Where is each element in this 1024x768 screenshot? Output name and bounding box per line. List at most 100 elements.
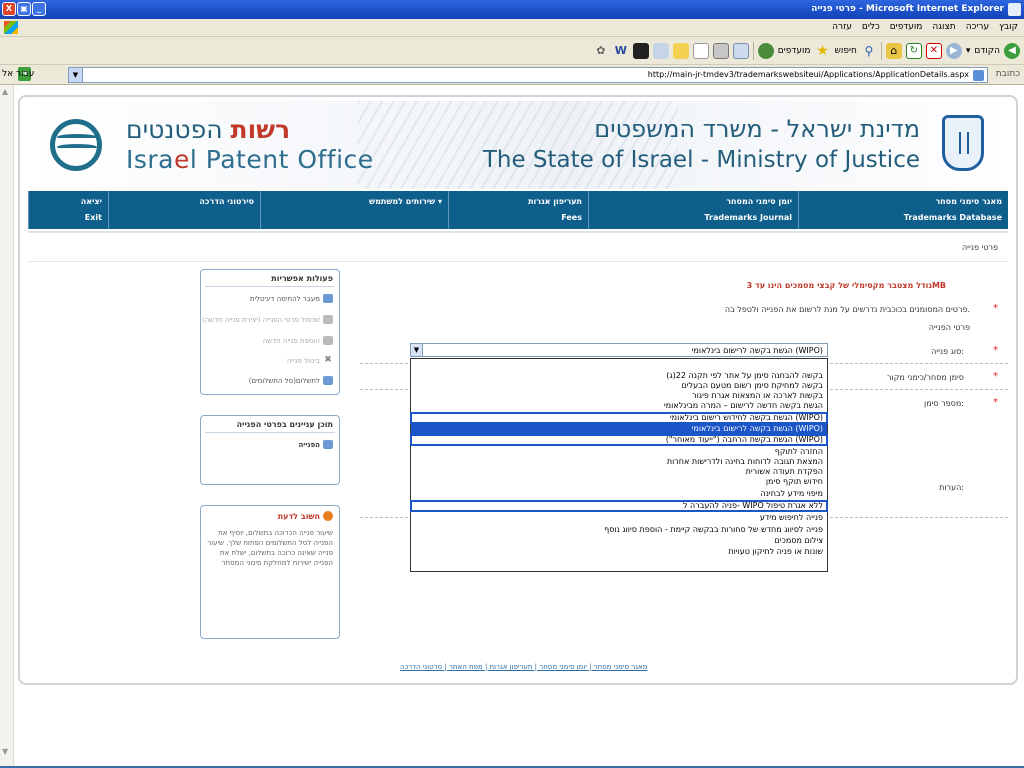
- page-icon: [973, 70, 984, 81]
- scroll-down-icon[interactable]: ▼: [2, 747, 8, 756]
- mail-icon[interactable]: [732, 43, 749, 59]
- list-item[interactable]: הגשת בקשת הרחבה ("ייעוד מאוחר") (WIPO): [410, 434, 828, 446]
- window-title: פרטי פנייה - Microsoft Internet Explorer: [811, 4, 1004, 14]
- back-button-label[interactable]: הקודם: [974, 46, 1000, 56]
- maximize-window-button[interactable]: ▣: [17, 2, 31, 16]
- history-icon[interactable]: [757, 43, 774, 59]
- address-dropdown-icon[interactable]: ▼: [69, 68, 83, 82]
- list-item[interactable]: בקשה להבחנה סימן על אתר לפי תקנה 22(ג): [411, 371, 827, 381]
- panel-divider: [205, 286, 335, 287]
- notice-panel: חשוב לדעת שיעור פנייה הכרוכה בתשלום, יוס…: [200, 505, 340, 639]
- messenger-icon[interactable]: ✿: [593, 43, 609, 59]
- minimize-window-button[interactable]: _: [32, 2, 46, 16]
- word-icon[interactable]: W: [613, 43, 629, 59]
- payment-icon: [323, 376, 333, 385]
- nav-training-videos[interactable]: סירטוני הדרכה: [108, 191, 260, 229]
- footer-links[interactable]: מאגר סימני מסחר | יומן סימני מסחר | תערי…: [400, 663, 648, 671]
- folder-icon[interactable]: [672, 43, 689, 59]
- ie-app-icon: [1008, 3, 1021, 16]
- menu-view[interactable]: תצוגה: [932, 22, 955, 32]
- page-viewport: ▲ ▼ רשות הפטנטים Israel Patent Office מד…: [0, 85, 1024, 768]
- stop-icon[interactable]: ✕: [925, 43, 942, 59]
- mark-source-label: סימן מסחר/כימני מקור: [887, 373, 964, 382]
- nav-trademarks-journal[interactable]: יומן סימני המסחר Trademarks Journal: [588, 191, 798, 229]
- required-asterisk: *: [993, 303, 998, 314]
- cancel-icon: ✖: [324, 355, 332, 365]
- media-icon[interactable]: [632, 43, 649, 59]
- contents-panel: תוכן עניינים בפרטי הפנייה הפנייה: [200, 415, 340, 485]
- main-nav: מאגר סימני מסחר Trademarks Database יומן…: [28, 191, 1008, 229]
- contents-item-request[interactable]: הפנייה: [298, 440, 333, 449]
- list-item[interactable]: שונות או פניה לתיקון טעויות: [411, 547, 827, 557]
- back-dropdown-icon[interactable]: ▾: [966, 46, 971, 56]
- toolbar-separator: [880, 42, 882, 60]
- list-item[interactable]: מיפוי מידע לבחינה: [411, 489, 827, 499]
- signature-icon: [323, 294, 333, 303]
- menu-help[interactable]: עזרה: [832, 22, 852, 32]
- list-item[interactable]: הגשת בקשה חדשה לרישום – המרה מבינלאומי: [411, 401, 827, 411]
- list-item[interactable]: המצאת תגובה לדוחות בחינה ולדרישות אחרות: [411, 457, 827, 467]
- print-icon[interactable]: [712, 43, 729, 59]
- menu-file[interactable]: קובץ: [999, 22, 1018, 32]
- scroll-up-icon[interactable]: ▲: [2, 87, 8, 96]
- research-icon[interactable]: [652, 43, 669, 59]
- org-name-english: Israel Patent Office: [126, 145, 374, 174]
- list-item[interactable]: פנייה לסיווג מחדש של סחורות בבקשה קיימת …: [411, 525, 827, 535]
- list-item-selected[interactable]: הגשת בקשה לרישום בינלאומי (WIPO): [411, 424, 827, 434]
- action-payment-basket[interactable]: לתשלום(סל התשלומים): [249, 376, 333, 385]
- request-type-dropdown-list[interactable]: בקשה להבחנה סימן על אתר לפי תקנה 22(ג) ב…: [410, 358, 828, 572]
- forward-arrow-icon[interactable]: ▶: [945, 43, 962, 59]
- nav-user-services[interactable]: שירותים למשתמש ▾: [260, 191, 448, 229]
- menu-tools[interactable]: כלים: [862, 22, 880, 32]
- required-fields-note: פרטים המסומנים בכוכבית נדרשים על מנת לרש…: [724, 305, 970, 314]
- info-icon: [323, 511, 333, 521]
- edit-icon[interactable]: [692, 43, 709, 59]
- duplicate-icon: [323, 315, 333, 324]
- refresh-icon[interactable]: ↻: [905, 43, 922, 59]
- search-button-label[interactable]: חיפוש: [835, 46, 857, 56]
- request-type-select[interactable]: הגשת בקשה לרישום בינלאומי (WIPO) ▼: [410, 343, 828, 357]
- nav-fees[interactable]: תעריפון אגרות Fees: [448, 191, 588, 229]
- actions-panel-title: פעולות אפשריות: [271, 274, 333, 283]
- go-button-label[interactable]: עבור אל: [2, 69, 34, 79]
- page-frame: רשות הפטנטים Israel Patent Office מדינת …: [18, 95, 1018, 685]
- nav-trademarks-database[interactable]: מאגר סימני מסחר Trademarks Database: [798, 191, 1008, 229]
- favorites-star-icon[interactable]: ★: [815, 43, 831, 59]
- action-digital-signature[interactable]: מעבר להתימה דיגיטלית: [250, 294, 333, 303]
- home-icon[interactable]: ⌂: [885, 43, 902, 59]
- list-item[interactable]: הפקדת תעודה אשורית: [411, 467, 827, 477]
- back-arrow-icon[interactable]: ◀: [1004, 43, 1020, 59]
- favorites-button-label[interactable]: מועדפים: [778, 46, 811, 56]
- nav-divider: [28, 231, 1008, 233]
- close-window-button[interactable]: X: [2, 2, 16, 16]
- action-duplicate-request[interactable]: שכפול פרטי הפנייה (יצירת פנייה חדשה): [202, 315, 333, 324]
- action-cancel-request[interactable]: ✖ ביטול פנייה: [287, 356, 333, 365]
- menu-favorites[interactable]: מועדפים: [890, 22, 923, 32]
- nav-exit[interactable]: יציאה Exit: [28, 191, 108, 229]
- address-url[interactable]: http://main-jr-tmdev3/trademarkswebsiteu…: [648, 70, 969, 79]
- panel-divider: [205, 432, 335, 433]
- list-item[interactable]: החזרה לתוקף: [411, 447, 827, 457]
- search-icon[interactable]: ⚲: [861, 43, 877, 59]
- menu-edit[interactable]: עריכה: [966, 22, 989, 32]
- notice-text: שיעור פנייה הכרוכה בתשלום, יוסיף את הפני…: [207, 529, 333, 567]
- list-item[interactable]: פנייה לחיפוש מידע: [411, 513, 827, 523]
- org-name-hebrew: רשות הפטנטים: [126, 115, 291, 144]
- required-asterisk: *: [993, 371, 998, 382]
- address-input[interactable]: http://main-jr-tmdev3/trademarkswebsiteu…: [68, 67, 988, 83]
- request-type-label: סוג פנייה:: [931, 347, 964, 356]
- list-item[interactable]: פניה להעברה ל- WIPO ללא אגרת טיפול: [410, 500, 828, 512]
- list-item[interactable]: צילום מסמכים: [411, 536, 827, 546]
- list-item[interactable]: הגשת בקשה לחידוש רישום בינלאומי (WIPO): [410, 412, 828, 424]
- list-item[interactable]: חידוש תוקף סימן: [411, 477, 827, 487]
- patent-office-logo-icon: [50, 119, 102, 171]
- actions-panel: פעולות אפשריות מעבר להתימה דיגיטלית שכפו…: [200, 269, 340, 395]
- windows-flag-icon: [4, 21, 18, 34]
- max-upload-note: גודל מצטבר מקסימלי של קבצי מסמכים הינו ע…: [746, 281, 946, 290]
- action-add-request[interactable]: הוספת פנייה חדשה: [263, 336, 333, 345]
- list-item[interactable]: בקשות לארכה או המצאות אגרת פיגור: [411, 391, 827, 401]
- add-icon: [323, 336, 333, 345]
- vertical-scrollbar[interactable]: ▲ ▼: [0, 85, 14, 768]
- list-item[interactable]: בקשה למחיקת סימן רשום מטעם הבעלים: [411, 381, 827, 391]
- chevron-down-icon[interactable]: ▼: [411, 344, 423, 356]
